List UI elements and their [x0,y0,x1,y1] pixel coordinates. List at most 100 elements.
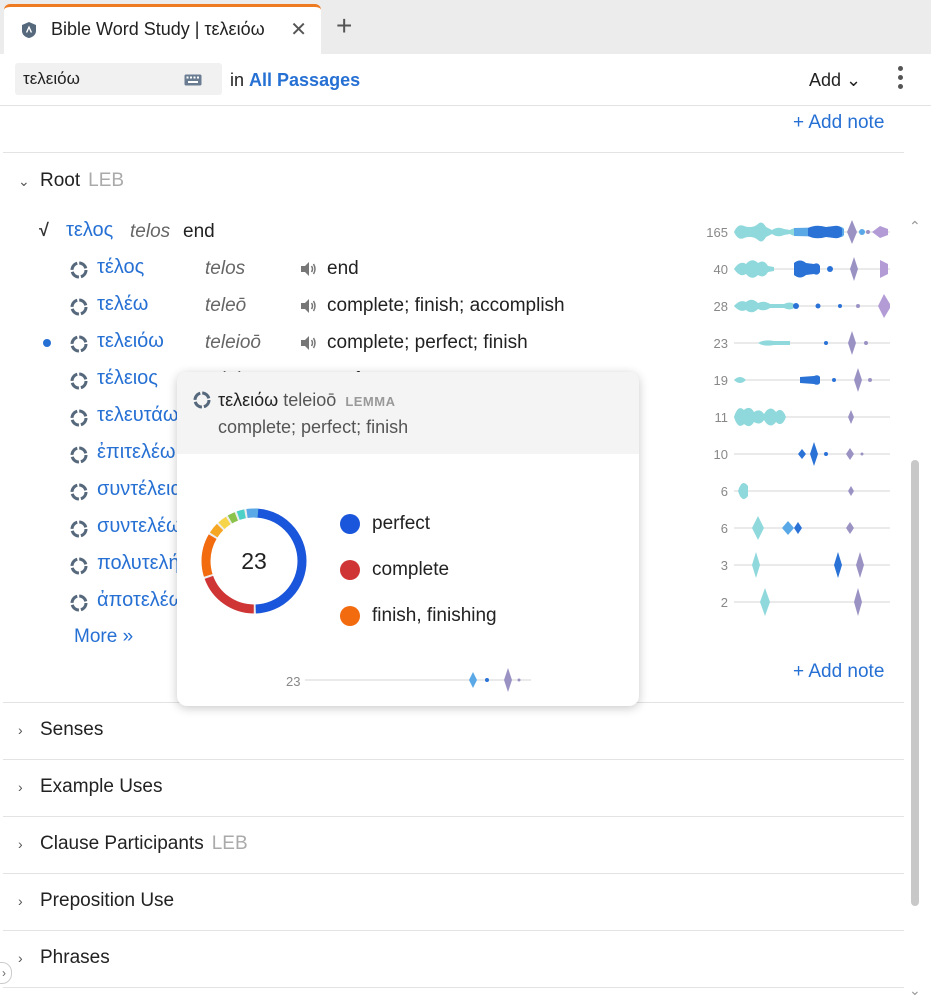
word-greek-link[interactable]: τέλος [97,256,144,279]
lemma-circle-icon [70,372,88,390]
divider [3,759,904,760]
word-greek-link[interactable]: τελευτάω [97,404,178,427]
section-header[interactable]: › Clause Participants LEB [18,833,248,855]
popover-title: τελειόω teleioō LEMMA [218,390,395,411]
word-count: 28 [713,299,728,314]
scope-link[interactable]: All Passages [249,70,360,90]
distribution-sparkline [734,516,890,540]
chevron-down-icon: ⌄ [18,173,30,189]
root-count: 165 [706,225,728,240]
search-input[interactable] [23,63,183,95]
keyboard-icon[interactable] [184,74,202,86]
word-row: τελειόω teleioō complete; perfect; finish 2… [0,328,900,358]
word-translit: telos [205,258,246,279]
add-menu-button[interactable]: Add ⌄ [809,70,861,91]
word-greek-link[interactable]: τέλειος [97,367,158,390]
legend-label: complete [372,559,450,580]
chevron-right-icon: › [18,893,23,909]
root-row: √ τελος telos end 165 [0,217,900,247]
section-header[interactable]: › Senses [18,719,103,741]
distribution-sparkline [734,294,890,318]
more-options-icon[interactable] [895,66,905,92]
section-header[interactable]: › Example Uses [18,776,163,798]
distribution-sparkline [734,331,890,355]
word-count: 40 [713,262,728,277]
distribution-sparkline [734,407,890,427]
divider [3,930,904,931]
section-title: Clause Participants [40,833,204,854]
popover-gloss: complete; perfect; finish [218,417,409,437]
shield-app-icon [22,22,36,38]
sense-donut-chart: 23 [201,508,307,614]
root-icon: √ [39,220,49,240]
root-greek-link[interactable]: τελος [66,219,113,242]
divider [3,816,904,817]
word-greek-link[interactable]: συντελέω [97,515,182,538]
speaker-icon[interactable] [299,298,317,314]
section-header[interactable]: › Preposition Use [18,890,174,912]
scroll-down-icon[interactable]: ⌄ [909,982,921,999]
section-title: Root [40,170,81,191]
lemma-circle-icon [70,298,88,316]
word-greek-link[interactable]: πολυτελής [97,552,189,575]
speaker-icon[interactable] [299,261,317,277]
section-tag: LEB [211,833,248,854]
lemma-circle-icon [70,520,88,538]
section-title: Senses [40,719,104,740]
word-greek-link[interactable]: ἐπιτελέω [97,441,176,464]
chevron-right-icon: › [18,779,23,795]
popover-translit: teleioō [283,390,337,410]
chevron-right-icon: › [18,722,23,738]
word-translit: teleō [205,295,247,316]
distribution-sparkline [734,257,890,281]
lemma-circle-icon [70,446,88,464]
word-row: τελέω teleō complete; finish; accomplish 28 [0,291,900,321]
distribution-sparkline [734,220,890,244]
distribution-sparkline [734,482,890,500]
tab-bible-word-study[interactable]: Bible Word Study | τελειόω ✕ [4,4,321,54]
popover-lemma-label: LEMMA [345,394,396,409]
scroll-up-icon[interactable]: ⌃ [909,218,921,235]
legend-label: perfect [372,513,431,534]
word-count: 6 [720,521,728,536]
word-gloss: complete; finish; accomplish [327,295,565,316]
section-title: Example Uses [40,776,163,797]
root-gloss: end [183,221,215,242]
add-note-link-root[interactable]: + Add note [793,661,884,683]
divider [3,873,904,874]
legend-swatch [340,514,360,534]
scrollbar-thumb[interactable] [911,460,919,906]
tab-title: Bible Word Study | τελειόω [51,19,265,39]
speaker-icon[interactable] [299,335,317,351]
word-greek-link[interactable]: ἀποτελέω [97,589,184,612]
add-note-link-top[interactable]: + Add note [793,112,884,134]
legend-swatch [340,606,360,626]
chevron-right-icon: › [18,836,23,852]
lemma-circle-icon [193,391,211,409]
popover-count: 23 [286,674,301,689]
word-greek-link[interactable]: τελειόω [97,330,164,353]
section-header[interactable]: › Phrases [18,947,110,969]
selected-indicator [43,339,51,347]
popover-sparkline [305,668,531,692]
word-count: 3 [720,558,728,573]
word-count: 19 [713,373,728,388]
word-greek-link[interactable]: τελέω [97,293,148,316]
more-words-link[interactable]: More » [74,626,133,648]
distribution-sparkline [734,442,890,466]
section-title: Preposition Use [40,890,175,911]
word-count: 11 [714,410,729,425]
word-gloss: complete; perfect; finish [327,332,528,353]
popover-header: τελειόω teleioō LEMMA complete; perfect;… [177,372,639,454]
lemma-circle-icon [70,557,88,575]
new-tab-button[interactable]: + [336,12,352,40]
legend-label: finish, finishing [372,605,497,626]
lemma-circle-icon [70,594,88,612]
section-root-header[interactable]: ⌄ Root LEB [18,170,124,192]
toolbar: in All Passages Add ⌄ [0,54,931,106]
close-icon[interactable]: ✕ [290,17,307,42]
word-greek-link[interactable]: συντέλεια [97,478,182,501]
chevron-right-icon: › [18,950,23,966]
divider [3,152,904,153]
tab-bar: Bible Word Study | τελειόω ✕ + [0,0,931,54]
